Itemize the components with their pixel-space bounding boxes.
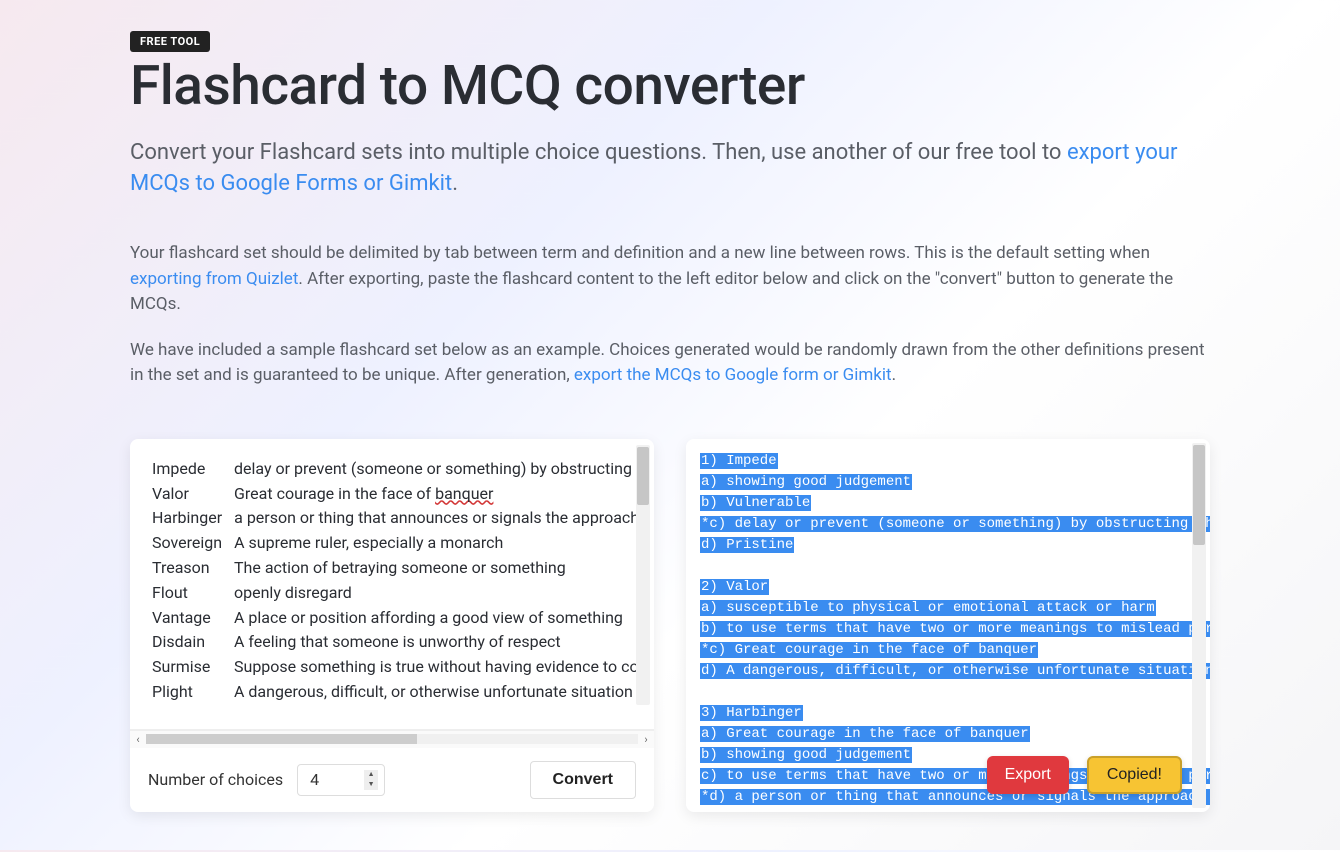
flashcard-term: Impede: [152, 457, 222, 482]
output-line: 3) Harbinger: [700, 703, 1196, 724]
flashcard-row[interactable]: Disdain A feeling that someone is unworth…: [152, 630, 632, 655]
flashcard-definition: A supreme ruler, especially a monarch: [234, 533, 503, 552]
flashcard-term: Sovereign: [152, 531, 222, 556]
subtitle-post: .: [452, 171, 458, 196]
output-vertical-scrollbar[interactable]: [1192, 443, 1206, 808]
mcq-output-panel: 1) Impedea) showing good judgementb) Vul…: [686, 439, 1210, 812]
flashcard-definition: delay or prevent (someone or something) …: [234, 459, 632, 478]
scroll-left-icon[interactable]: ‹: [130, 733, 146, 746]
flashcard-term: Disdain: [152, 630, 222, 655]
flashcard-row[interactable]: Impede delay or prevent (someone or somet…: [152, 457, 632, 482]
flashcard-term: Valor: [152, 482, 222, 507]
page-title: Flashcard to MCQ converter: [130, 58, 1210, 116]
flashcard-term: Vantage: [152, 606, 222, 631]
para1-pre: Your flashcard set should be delimited b…: [130, 243, 1150, 263]
quizlet-export-link[interactable]: exporting from Quizlet: [130, 269, 298, 289]
flashcard-row[interactable]: Valor Great courage in the face of banque…: [152, 482, 632, 507]
output-line: [700, 682, 1196, 703]
output-line: [700, 556, 1196, 577]
flashcard-term: Plight: [152, 680, 222, 705]
output-line: b) to use terms that have two or more me…: [700, 619, 1196, 640]
export-mcq-link-2[interactable]: export the MCQs to Google form or Gimkit: [574, 365, 892, 385]
flashcard-definition: A place or position affording a good vie…: [234, 608, 623, 627]
instructions-2: We have included a sample flashcard set …: [130, 338, 1210, 389]
flashcard-row[interactable]: Sovereign A supreme ruler, especially a m…: [152, 531, 632, 556]
flashcard-editor[interactable]: Impede delay or prevent (someone or somet…: [130, 439, 654, 729]
convert-button[interactable]: Convert: [530, 761, 636, 799]
flashcard-definition: Great courage in the face of banquer: [234, 484, 493, 503]
output-line: *c) delay or prevent (someone or somethi…: [700, 514, 1196, 535]
output-line: a) Great courage in the face of banquer: [700, 724, 1196, 745]
num-choices-label: Number of choices: [148, 770, 283, 789]
stepper-down-icon[interactable]: ▼: [364, 780, 378, 790]
num-choices-input[interactable]: 4 ▲ ▼: [297, 764, 385, 796]
output-line: d) A dangerous, difficult, or otherwise …: [700, 661, 1196, 682]
output-line: a) showing good judgement: [700, 472, 1196, 493]
flashcard-row[interactable]: SurmiseSuppose something is true without…: [152, 655, 632, 680]
flashcard-term: Flout: [152, 581, 222, 606]
flashcard-row[interactable]: Plight A dangerous, difficult, or otherwi…: [152, 680, 632, 705]
output-line: a) susceptible to physical or emotional …: [700, 598, 1196, 619]
export-button[interactable]: Export: [987, 756, 1069, 794]
flashcard-definition: The action of betraying someone or somet…: [234, 558, 566, 577]
subtitle-text: Convert your Flashcard sets into multipl…: [130, 140, 1067, 165]
flashcard-row[interactable]: Flout openly disregard: [152, 581, 632, 606]
output-line: b) Vulnerable: [700, 493, 1196, 514]
editor-vertical-scrollbar[interactable]: [636, 445, 650, 705]
subtitle: Convert your Flashcard sets into multipl…: [130, 138, 1210, 200]
flashcard-row[interactable]: Harbingera person or thing that announce…: [152, 506, 632, 531]
flashcard-row[interactable]: Vantage A place or position affording a g…: [152, 606, 632, 631]
flashcard-definition: A feeling that someone is unworthy of re…: [234, 632, 561, 651]
controls-bar: Number of choices 4 ▲ ▼ Convert: [130, 748, 654, 812]
free-tool-badge: FREE TOOL: [130, 31, 210, 52]
output-line: 1) Impede: [700, 451, 1196, 472]
scroll-right-icon[interactable]: ›: [638, 733, 654, 746]
flashcard-term: Surmise: [152, 655, 222, 680]
output-line: d) Pristine: [700, 535, 1196, 556]
flashcard-definition: openly disregard: [234, 583, 352, 602]
flashcard-row[interactable]: Treason The action of betraying someone o…: [152, 556, 632, 581]
flashcard-definition: A dangerous, difficult, or otherwise unf…: [234, 682, 633, 701]
output-line: *c) Great courage in the face of banquer: [700, 640, 1196, 661]
flashcard-term: Treason: [152, 556, 222, 581]
para2-post: .: [892, 365, 896, 385]
copied-button[interactable]: Copied!: [1087, 756, 1182, 794]
instructions-1: Your flashcard set should be delimited b…: [130, 241, 1210, 318]
stepper-up-icon[interactable]: ▲: [364, 770, 378, 780]
flashcard-definition: Suppose something is true without having…: [234, 657, 639, 676]
num-choices-value: 4: [310, 770, 319, 789]
flashcard-term: Harbinger: [152, 506, 222, 531]
flashcard-input-panel: Impede delay or prevent (someone or somet…: [130, 439, 654, 812]
output-line: 2) Valor: [700, 577, 1196, 598]
editor-horizontal-scrollbar[interactable]: ‹ ›: [130, 730, 654, 748]
flashcard-definition: a person or thing that announces or sign…: [234, 508, 639, 527]
